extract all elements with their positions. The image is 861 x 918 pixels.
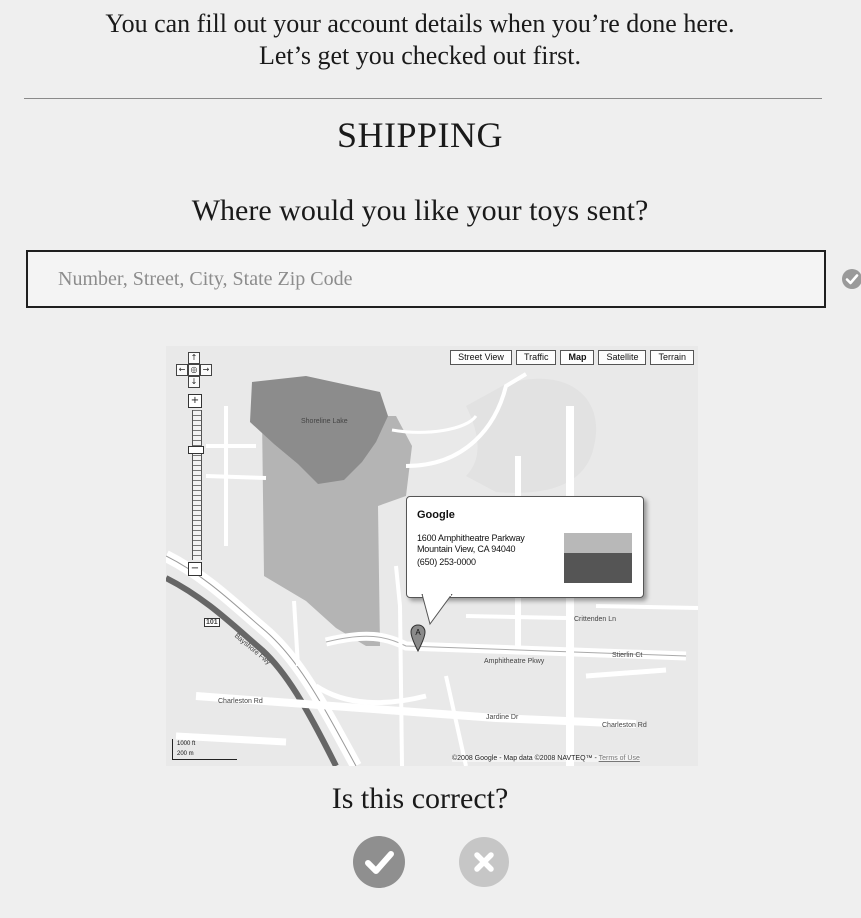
map-type-terrain-button[interactable]: Terrain [650,350,694,365]
zoom-slider[interactable] [192,410,202,560]
pan-up-icon[interactable]: ↑ [188,352,200,364]
map-type-street-view-button[interactable]: Street View [450,350,512,365]
place-name: Google [417,509,455,521]
map-type-satellite-button[interactable]: Satellite [598,350,647,365]
map-label-jardine: Jardine Dr [486,714,519,721]
check-icon [365,851,394,874]
highway-101-shield: 101 [204,618,220,627]
copyright-text: ©2008 Google - Map data ©2008 NAVTEQ™ - [452,755,597,762]
address-input[interactable] [26,250,826,308]
map-scale: 1000 ft 200 m [172,739,237,760]
map-label-lake: Shoreline Lake [301,418,348,425]
confirm-no-button[interactable] [459,837,509,887]
intro-message: You can fill out your account details wh… [0,8,840,72]
scale-feet: 1000 ft [177,741,196,747]
confirm-yes-button[interactable] [353,836,405,888]
intro-line-1: You can fill out your account details wh… [105,9,735,38]
map-type-map-button[interactable]: Map [560,350,595,365]
map-view[interactable]: Street View Traffic Map Satellite Terrai… [166,346,698,766]
check-circle-icon [842,269,861,289]
pan-left-icon[interactable]: ← [176,364,188,376]
info-window: Google 1600 Amphitheatre Parkway Mountai… [406,496,644,598]
intro-line-2: Let’s get you checked out first. [258,41,582,70]
place-phone: (650) 253-0000 [417,557,476,567]
place-address-line-1: 1600 Amphitheatre Parkway [417,533,525,543]
zoom-in-icon[interactable]: + [188,394,202,408]
zoom-slider-handle[interactable] [188,446,204,454]
terms-of-use-link[interactable]: Terms of Use [599,755,640,762]
x-icon [474,852,494,872]
shipping-question: Where would you like your toys sent? [191,194,649,227]
map-label-crittenden: Crittenden Ln [574,616,617,623]
map-type-traffic-button[interactable]: Traffic [515,350,557,365]
info-window-tail [421,594,453,626]
map-type-controls: Street View Traffic Map Satellite Terrai… [450,350,694,365]
pan-down-icon[interactable]: ↓ [188,376,200,388]
map-label-charleston: Charleston Rd [218,698,263,705]
map-label-stierlin: Stierlin Ct [612,652,643,659]
pan-right-icon[interactable]: → [200,364,212,376]
divider [24,98,822,99]
pan-center-icon[interactable]: ◎ [188,364,200,376]
section-title: SHIPPING [336,115,504,155]
map-copyright: ©2008 Google - Map data ©2008 NAVTEQ™ - … [452,755,640,762]
scale-meters: 200 m [177,751,194,757]
map-label-charleston-east: Charleston Rd [602,722,647,729]
map-label-amphitheatre: Amphitheatre Pkwy [484,658,545,665]
location-marker-icon[interactable]: A [410,624,426,657]
zoom-out-icon[interactable]: − [188,562,202,576]
place-photo [564,533,632,583]
confirm-question: Is this correct? [331,782,509,815]
marker-label: A [415,628,421,637]
place-address-line-2: Mountain View, CA 94040 [417,544,516,554]
